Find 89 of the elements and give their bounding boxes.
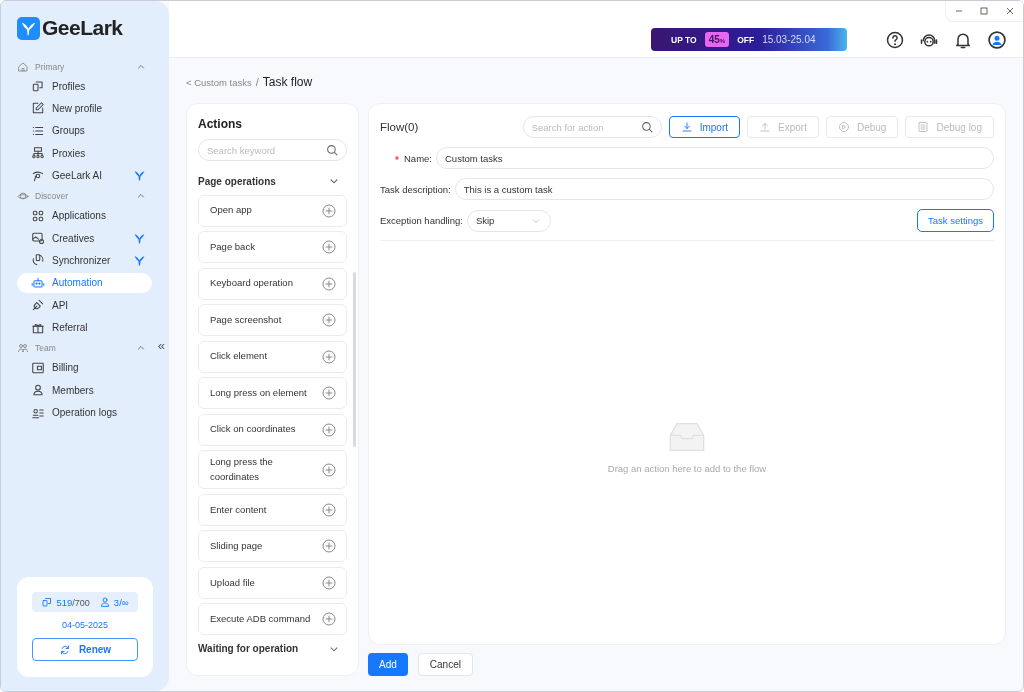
breadcrumb-separator: /	[255, 76, 259, 88]
plus-circle-icon[interactable]	[321, 202, 337, 219]
plus-circle-icon[interactable]	[321, 275, 337, 292]
people-icon	[17, 342, 29, 355]
plus-circle-icon[interactable]	[321, 574, 337, 591]
search-field[interactable]: Search keyword	[198, 139, 347, 161]
plus-circle-icon[interactable]	[321, 239, 337, 255]
plus-circle-icon[interactable]	[321, 461, 337, 478]
panel-title: Flow(0)	[380, 121, 420, 133]
nav-item[interactable]: Synchronizer	[17, 250, 152, 271]
panel-title: Actions	[198, 117, 243, 131]
action-item[interactable]: Click element	[198, 340, 347, 373]
profiles-count: 519/700	[56, 596, 90, 608]
search-field[interactable]: Search for action	[522, 116, 662, 138]
nav-item[interactable]: Groups	[17, 120, 152, 141]
nav-item[interactable]: Applications	[17, 205, 152, 226]
robot-icon	[31, 275, 45, 290]
person-icon	[98, 596, 111, 608]
action-item[interactable]: Long press on element	[198, 377, 347, 409]
nav-item[interactable]: Proxies	[17, 143, 152, 164]
download-icon	[680, 121, 693, 133]
action-item[interactable]: Enter content	[198, 493, 347, 526]
network-icon	[31, 146, 45, 161]
refresh-icon	[58, 643, 71, 656]
upload-icon	[759, 121, 772, 133]
plus-circle-icon[interactable]	[321, 501, 337, 518]
nav-item[interactable]: API	[17, 295, 152, 316]
edit-icon	[31, 101, 45, 116]
help-icon[interactable]	[885, 30, 905, 50]
plus-circle-icon[interactable]	[321, 348, 337, 365]
field-label: Name:	[404, 152, 432, 164]
maximize-icon[interactable]	[978, 5, 991, 17]
action-item[interactable]: Page back	[198, 231, 347, 263]
logo-icon	[17, 16, 40, 40]
add-button[interactable]: Add	[368, 653, 408, 676]
action-item[interactable]: Page screenshot	[198, 304, 347, 336]
search-icon	[639, 120, 654, 134]
house-icon	[17, 60, 29, 73]
group-header[interactable]: Waiting for operation	[198, 639, 347, 658]
wallet-icon	[31, 360, 45, 375]
nav-item[interactable]: GeeLark AI	[17, 165, 152, 186]
nav-item[interactable]: Billing	[17, 357, 152, 378]
nav-item[interactable]: Operation logs	[17, 402, 152, 423]
nav-item[interactable]: Automation	[17, 272, 152, 293]
breadcrumb-link[interactable]: < Custom tasks	[186, 77, 252, 88]
phones-icon	[41, 596, 54, 608]
action-item[interactable]: Execute ADB command	[198, 603, 347, 636]
nav-item[interactable]: Profiles	[17, 76, 152, 96]
task-settings-button[interactable]: Task settings	[917, 209, 994, 232]
group-header[interactable]: Page operations	[198, 172, 347, 190]
cancel-button[interactable]: Cancel	[417, 653, 473, 676]
expiry-date: 04-05-2025	[61, 620, 108, 630]
plus-circle-icon[interactable]	[321, 421, 337, 438]
plus-circle-icon[interactable]	[321, 312, 337, 328]
play-circle-icon	[837, 121, 850, 133]
nav-item[interactable]: Creatives	[17, 228, 152, 249]
action-item[interactable]: Long press the coordinates	[198, 450, 347, 490]
action-item[interactable]: Upload file	[198, 566, 347, 599]
bird-icon	[133, 169, 146, 182]
nav-item[interactable]: New profile	[17, 98, 152, 119]
text-field[interactable]: Custom tasks	[436, 147, 994, 169]
person-icon	[31, 383, 45, 398]
page-title: Task flow	[262, 75, 313, 89]
scrollbar-thumb[interactable]	[353, 272, 356, 447]
members-count: 3/∞	[113, 596, 129, 608]
text-field[interactable]: This is a custom task	[454, 178, 994, 200]
plus-circle-icon[interactable]	[321, 611, 337, 628]
search-icon	[325, 143, 339, 157]
renew-button[interactable]: Renew	[32, 638, 138, 661]
image-icon	[31, 231, 45, 246]
field-label: Exception handling:	[380, 215, 463, 226]
field-label: Task description:	[380, 183, 451, 195]
action-item[interactable]: Click on coordinates	[198, 413, 347, 446]
plus-circle-icon[interactable]	[321, 385, 337, 401]
action-item[interactable]: Sliding page	[198, 530, 347, 563]
plus-circle-icon[interactable]	[321, 538, 337, 555]
document-icon	[917, 121, 930, 133]
user-avatar-icon[interactable]	[987, 30, 1007, 50]
phones-icon	[31, 79, 45, 93]
grid-icon	[31, 208, 45, 223]
sync-icon	[31, 253, 45, 268]
nav-item[interactable]: Members	[17, 380, 152, 401]
app-logo-text: GeeLark	[42, 16, 123, 40]
empty-state-text: Drag an action here to add to the flow	[607, 463, 767, 474]
toolbar-button[interactable]: Import	[668, 116, 741, 138]
action-item[interactable]: Open app	[198, 194, 347, 227]
action-item[interactable]: Keyboard operation	[198, 267, 347, 300]
collapse-sidebar-button[interactable]: «	[155, 338, 167, 353]
nav-item[interactable]: Referral	[17, 317, 152, 338]
